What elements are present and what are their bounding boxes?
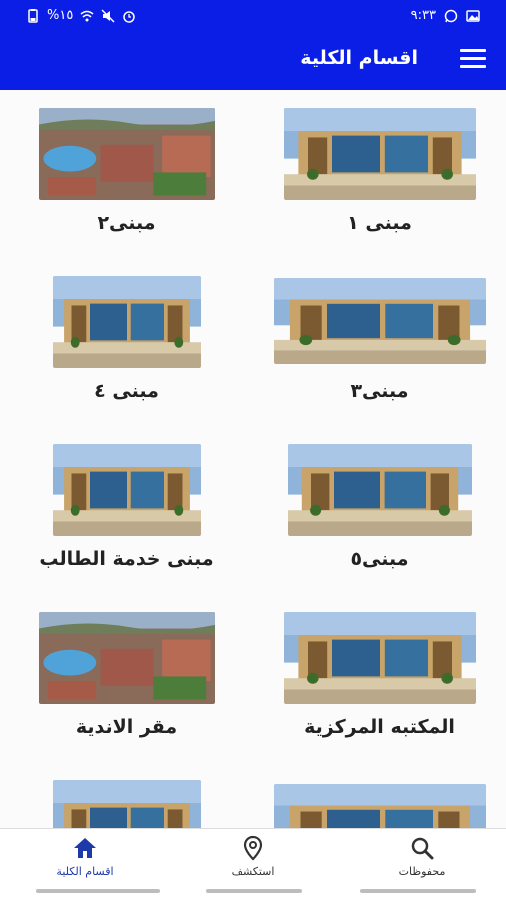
building-photo bbox=[274, 784, 486, 828]
menu-icon-line bbox=[460, 65, 486, 68]
departments-grid: مبنى ١ مبنى٢ مبنى٣ مبنى ٤ مبنى٥ مبنى خدم… bbox=[0, 90, 506, 828]
app-bar: اقسام الكلية bbox=[0, 32, 506, 90]
search-icon bbox=[411, 837, 434, 860]
card-label: مبنى خدمة الطالب bbox=[39, 548, 214, 570]
campus-aerial-photo bbox=[39, 108, 215, 200]
department-card[interactable]: مبنى٥ bbox=[253, 426, 506, 586]
department-card[interactable] bbox=[0, 762, 253, 828]
department-card[interactable]: المكتبه المركزية bbox=[253, 594, 506, 754]
status-bar: %١٥ ٩:٣٣ bbox=[0, 0, 506, 32]
building-photo bbox=[288, 444, 472, 536]
card-label: مقر الاندية bbox=[75, 716, 178, 738]
battery-icon bbox=[28, 8, 38, 23]
menu-icon-line bbox=[460, 49, 486, 52]
building-photo bbox=[53, 276, 201, 368]
department-card[interactable] bbox=[253, 762, 506, 828]
card-label: مبنى٣ bbox=[350, 380, 409, 402]
department-card[interactable]: مبنى٣ bbox=[253, 258, 506, 418]
wifi-icon bbox=[80, 10, 94, 21]
card-label: المكتبه المركزية bbox=[304, 716, 455, 738]
building-photo bbox=[53, 444, 201, 536]
status-left-group: %١٥ bbox=[26, 8, 136, 23]
image-icon bbox=[466, 9, 480, 22]
department-card[interactable]: مبنى خدمة الطالب bbox=[0, 426, 253, 586]
building-photo bbox=[284, 108, 476, 200]
menu-button[interactable] bbox=[460, 49, 486, 73]
building-photo bbox=[274, 278, 486, 364]
gesture-bar bbox=[36, 889, 160, 893]
nav-label: استكشف bbox=[231, 865, 275, 878]
department-card[interactable]: مبنى ٤ bbox=[0, 258, 253, 418]
home-icon bbox=[74, 838, 96, 858]
bottom-navigation: محفوظات استكشف اقسام الكلية bbox=[0, 828, 506, 886]
department-card[interactable]: مبنى ١ bbox=[253, 90, 506, 250]
card-label: مبنى ١ bbox=[347, 212, 412, 234]
building-photo bbox=[284, 612, 476, 704]
location-pin-icon bbox=[243, 835, 263, 861]
card-label: مبنى٥ bbox=[350, 548, 409, 570]
mute-icon bbox=[101, 8, 115, 23]
nav-label: محفوظات bbox=[398, 865, 446, 878]
nav-departments[interactable]: اقسام الكلية bbox=[25, 835, 145, 878]
alarm-icon bbox=[123, 10, 136, 23]
page-title: اقسام الكلية bbox=[300, 47, 418, 69]
gesture-bar bbox=[206, 889, 302, 893]
nav-label: اقسام الكلية bbox=[56, 865, 114, 878]
menu-icon-line bbox=[460, 57, 486, 60]
clock: ٩:٣٣ bbox=[410, 8, 436, 23]
building-photo bbox=[53, 780, 201, 828]
whatsapp-icon bbox=[444, 9, 458, 22]
card-label: مبنى٢ bbox=[97, 212, 156, 234]
campus-aerial-photo bbox=[39, 612, 215, 704]
battery-percent: %١٥ bbox=[47, 8, 74, 23]
department-card[interactable]: مبنى٢ bbox=[0, 90, 253, 250]
department-card[interactable]: مقر الاندية bbox=[0, 594, 253, 754]
nav-saved[interactable]: محفوظات bbox=[362, 835, 482, 878]
gesture-bar bbox=[360, 889, 476, 893]
nav-explore[interactable]: استكشف bbox=[193, 835, 313, 878]
status-right-group: ٩:٣٣ bbox=[411, 8, 480, 23]
card-label: مبنى ٤ bbox=[94, 380, 159, 402]
